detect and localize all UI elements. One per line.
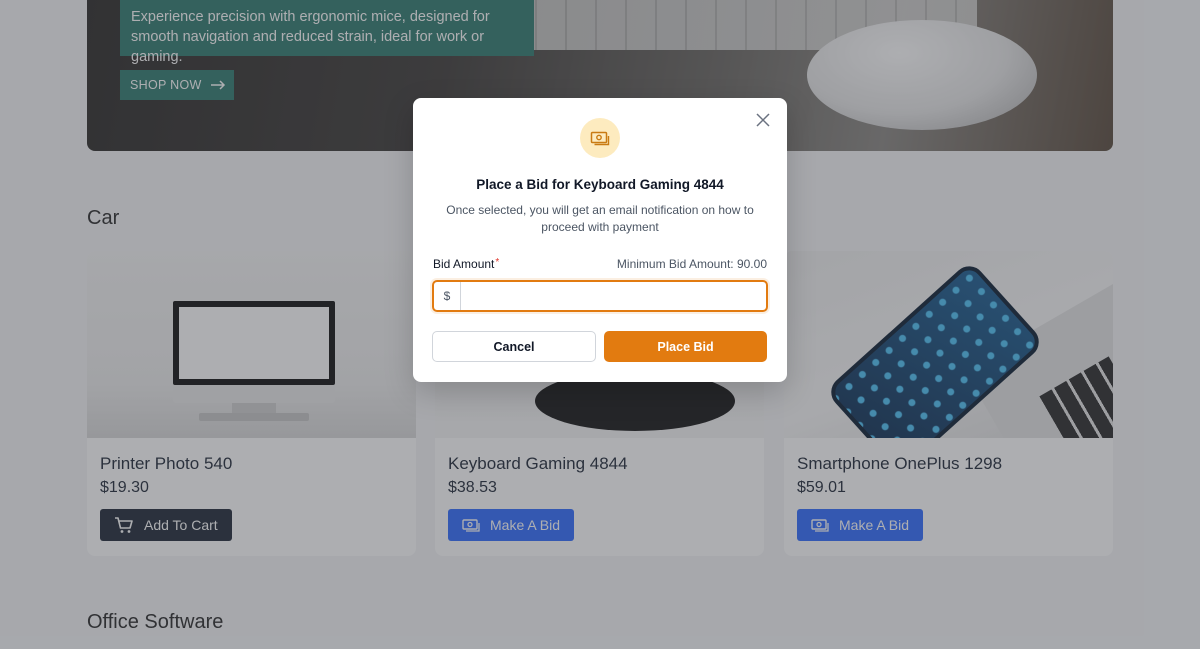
bid-amount-label-text: Bid Amount — [433, 257, 495, 271]
bid-amount-label: Bid Amount* — [433, 257, 499, 271]
modal-title: Place a Bid for Keyboard Gaming 4844 — [476, 177, 724, 192]
modal-subtitle: Once selected, you will get an email not… — [446, 203, 754, 234]
bid-amount-input[interactable] — [461, 282, 766, 310]
close-icon[interactable] — [756, 113, 770, 127]
minimum-bid-text: Minimum Bid Amount: 90.00 — [616, 257, 767, 271]
cancel-button[interactable]: Cancel — [432, 331, 596, 362]
money-icon-badge — [580, 118, 620, 158]
place-bid-button[interactable]: Place Bid — [604, 331, 767, 362]
required-marker: * — [495, 257, 500, 268]
currency-prefix: $ — [434, 282, 461, 310]
money-icon — [590, 131, 610, 146]
place-bid-modal: Place a Bid for Keyboard Gaming 4844 Onc… — [413, 98, 787, 382]
bid-amount-field: $ — [432, 280, 768, 312]
